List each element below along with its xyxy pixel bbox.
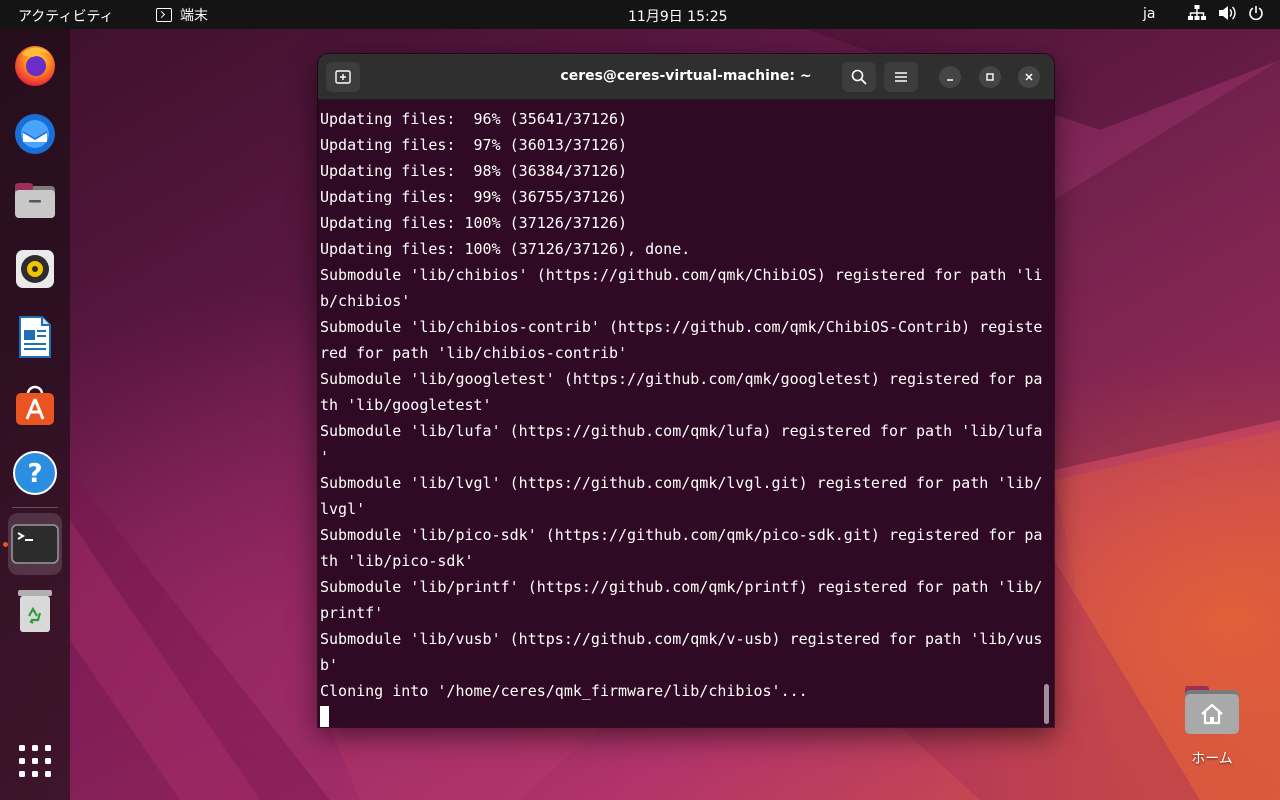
search-button[interactable] bbox=[842, 62, 876, 92]
running-indicator bbox=[3, 542, 8, 547]
terminal-icon bbox=[156, 8, 172, 22]
dock-item-software[interactable] bbox=[8, 375, 62, 435]
minimize-icon bbox=[947, 79, 953, 81]
terminal-line: th 'lib/googletest' bbox=[320, 396, 492, 414]
terminal-line: lvgl' bbox=[320, 500, 366, 518]
minimize-button[interactable] bbox=[939, 66, 961, 88]
terminal-line: red for path 'lib/chibios-contrib' bbox=[320, 344, 628, 362]
terminal-line: Submodule 'lib/pico-sdk' (https://github… bbox=[320, 526, 1043, 544]
terminal-line: Updating files: 96% (35641/37126) bbox=[320, 110, 628, 128]
terminal-line: Submodule 'lib/chibios-contrib' (https:/… bbox=[320, 318, 1043, 336]
terminal-icon bbox=[11, 524, 59, 564]
close-icon bbox=[1025, 73, 1033, 81]
writer-icon bbox=[19, 316, 51, 358]
terminal-window[interactable]: ceres@ceres-virtual-machine: ~ Updating … bbox=[318, 54, 1054, 727]
help-icon: ? bbox=[13, 451, 57, 495]
terminal-line: th 'lib/pico-sdk' bbox=[320, 552, 474, 570]
input-language-indicator[interactable]: ja bbox=[1143, 6, 1155, 22]
dock-item-firefox[interactable] bbox=[8, 35, 62, 95]
terminal-line: printf' bbox=[320, 604, 384, 622]
clock[interactable]: 11月9日 15:25 bbox=[628, 6, 728, 26]
terminal-line: ' bbox=[320, 448, 330, 466]
terminal-line: Updating files: 97% (36013/37126) bbox=[320, 136, 628, 154]
dock-item-help[interactable]: ? bbox=[8, 443, 62, 503]
dock-item-rhythmbox[interactable] bbox=[8, 239, 62, 299]
terminal-scrollbar[interactable] bbox=[1044, 684, 1049, 724]
terminal-line: b' bbox=[320, 656, 339, 674]
home-folder-icon bbox=[1185, 686, 1239, 734]
network-icon bbox=[1188, 5, 1206, 21]
terminal-line: Updating files: 98% (36384/37126) bbox=[320, 162, 628, 180]
menu-button[interactable] bbox=[884, 62, 918, 92]
desktop-home-folder[interactable]: ホーム bbox=[1176, 682, 1248, 768]
terminal-line: Updating files: 99% (36755/37126) bbox=[320, 188, 628, 206]
trash-icon bbox=[18, 590, 52, 632]
svg-text:?: ? bbox=[27, 459, 42, 489]
show-apps-button[interactable] bbox=[8, 731, 62, 791]
desktop-home-label: ホーム bbox=[1191, 751, 1233, 767]
thunderbird-icon bbox=[15, 114, 55, 154]
dock-separator bbox=[12, 507, 58, 508]
app-menu[interactable]: 端末 bbox=[156, 5, 208, 25]
window-headerbar[interactable]: ceres@ceres-virtual-machine: ~ bbox=[318, 54, 1054, 100]
terminal-line: b/chibios' bbox=[320, 292, 411, 310]
terminal-prompt-line[interactable] bbox=[320, 704, 1044, 727]
hamburger-menu-icon bbox=[895, 72, 907, 82]
text-cursor bbox=[320, 705, 329, 727]
terminal-line: Submodule 'lib/lvgl' (https://github.com… bbox=[320, 474, 1043, 492]
top-bar: アクティビティ 端末 11月9日 15:25 ja bbox=[0, 0, 1280, 29]
dock-item-files[interactable] bbox=[8, 171, 62, 231]
terminal-line: Submodule 'lib/googletest' (https://gith… bbox=[320, 370, 1043, 388]
dock-item-writer[interactable] bbox=[8, 307, 62, 367]
software-icon bbox=[16, 385, 54, 425]
terminal-line: Updating files: 100% (37126/37126), done… bbox=[320, 240, 691, 258]
terminal-line: Cloning into '/home/ceres/qmk_firmware/l… bbox=[320, 682, 808, 700]
search-icon bbox=[851, 69, 867, 85]
firefox-icon bbox=[15, 46, 55, 86]
terminal-line: Submodule 'lib/lufa' (https://github.com… bbox=[320, 422, 1043, 440]
volume-icon bbox=[1218, 5, 1236, 21]
terminal-line: Submodule 'lib/chibios' (https://github.… bbox=[320, 266, 1043, 284]
activities-button[interactable]: アクティビティ bbox=[18, 6, 114, 26]
rhythmbox-icon bbox=[16, 250, 54, 288]
dock: ? bbox=[0, 29, 70, 800]
terminal-line: Updating files: 100% (37126/37126) bbox=[320, 214, 628, 232]
maximize-button[interactable] bbox=[979, 66, 1001, 88]
terminal-output[interactable]: Updating files: 96% (35641/37126) Updati… bbox=[320, 106, 1044, 727]
maximize-icon bbox=[986, 73, 994, 81]
system-tray[interactable] bbox=[1188, 5, 1264, 21]
dock-item-thunderbird[interactable] bbox=[8, 103, 62, 163]
close-button[interactable] bbox=[1018, 66, 1040, 88]
dock-item-terminal[interactable] bbox=[8, 513, 62, 575]
dock-item-trash[interactable] bbox=[8, 581, 62, 641]
app-menu-label: 端末 bbox=[180, 8, 208, 24]
power-icon bbox=[1248, 5, 1264, 21]
terminal-line: Submodule 'lib/vusb' (https://github.com… bbox=[320, 630, 1043, 648]
files-icon bbox=[15, 183, 55, 218]
terminal-line: Submodule 'lib/printf' (https://github.c… bbox=[320, 578, 1043, 596]
app-grid-icon bbox=[19, 745, 51, 777]
